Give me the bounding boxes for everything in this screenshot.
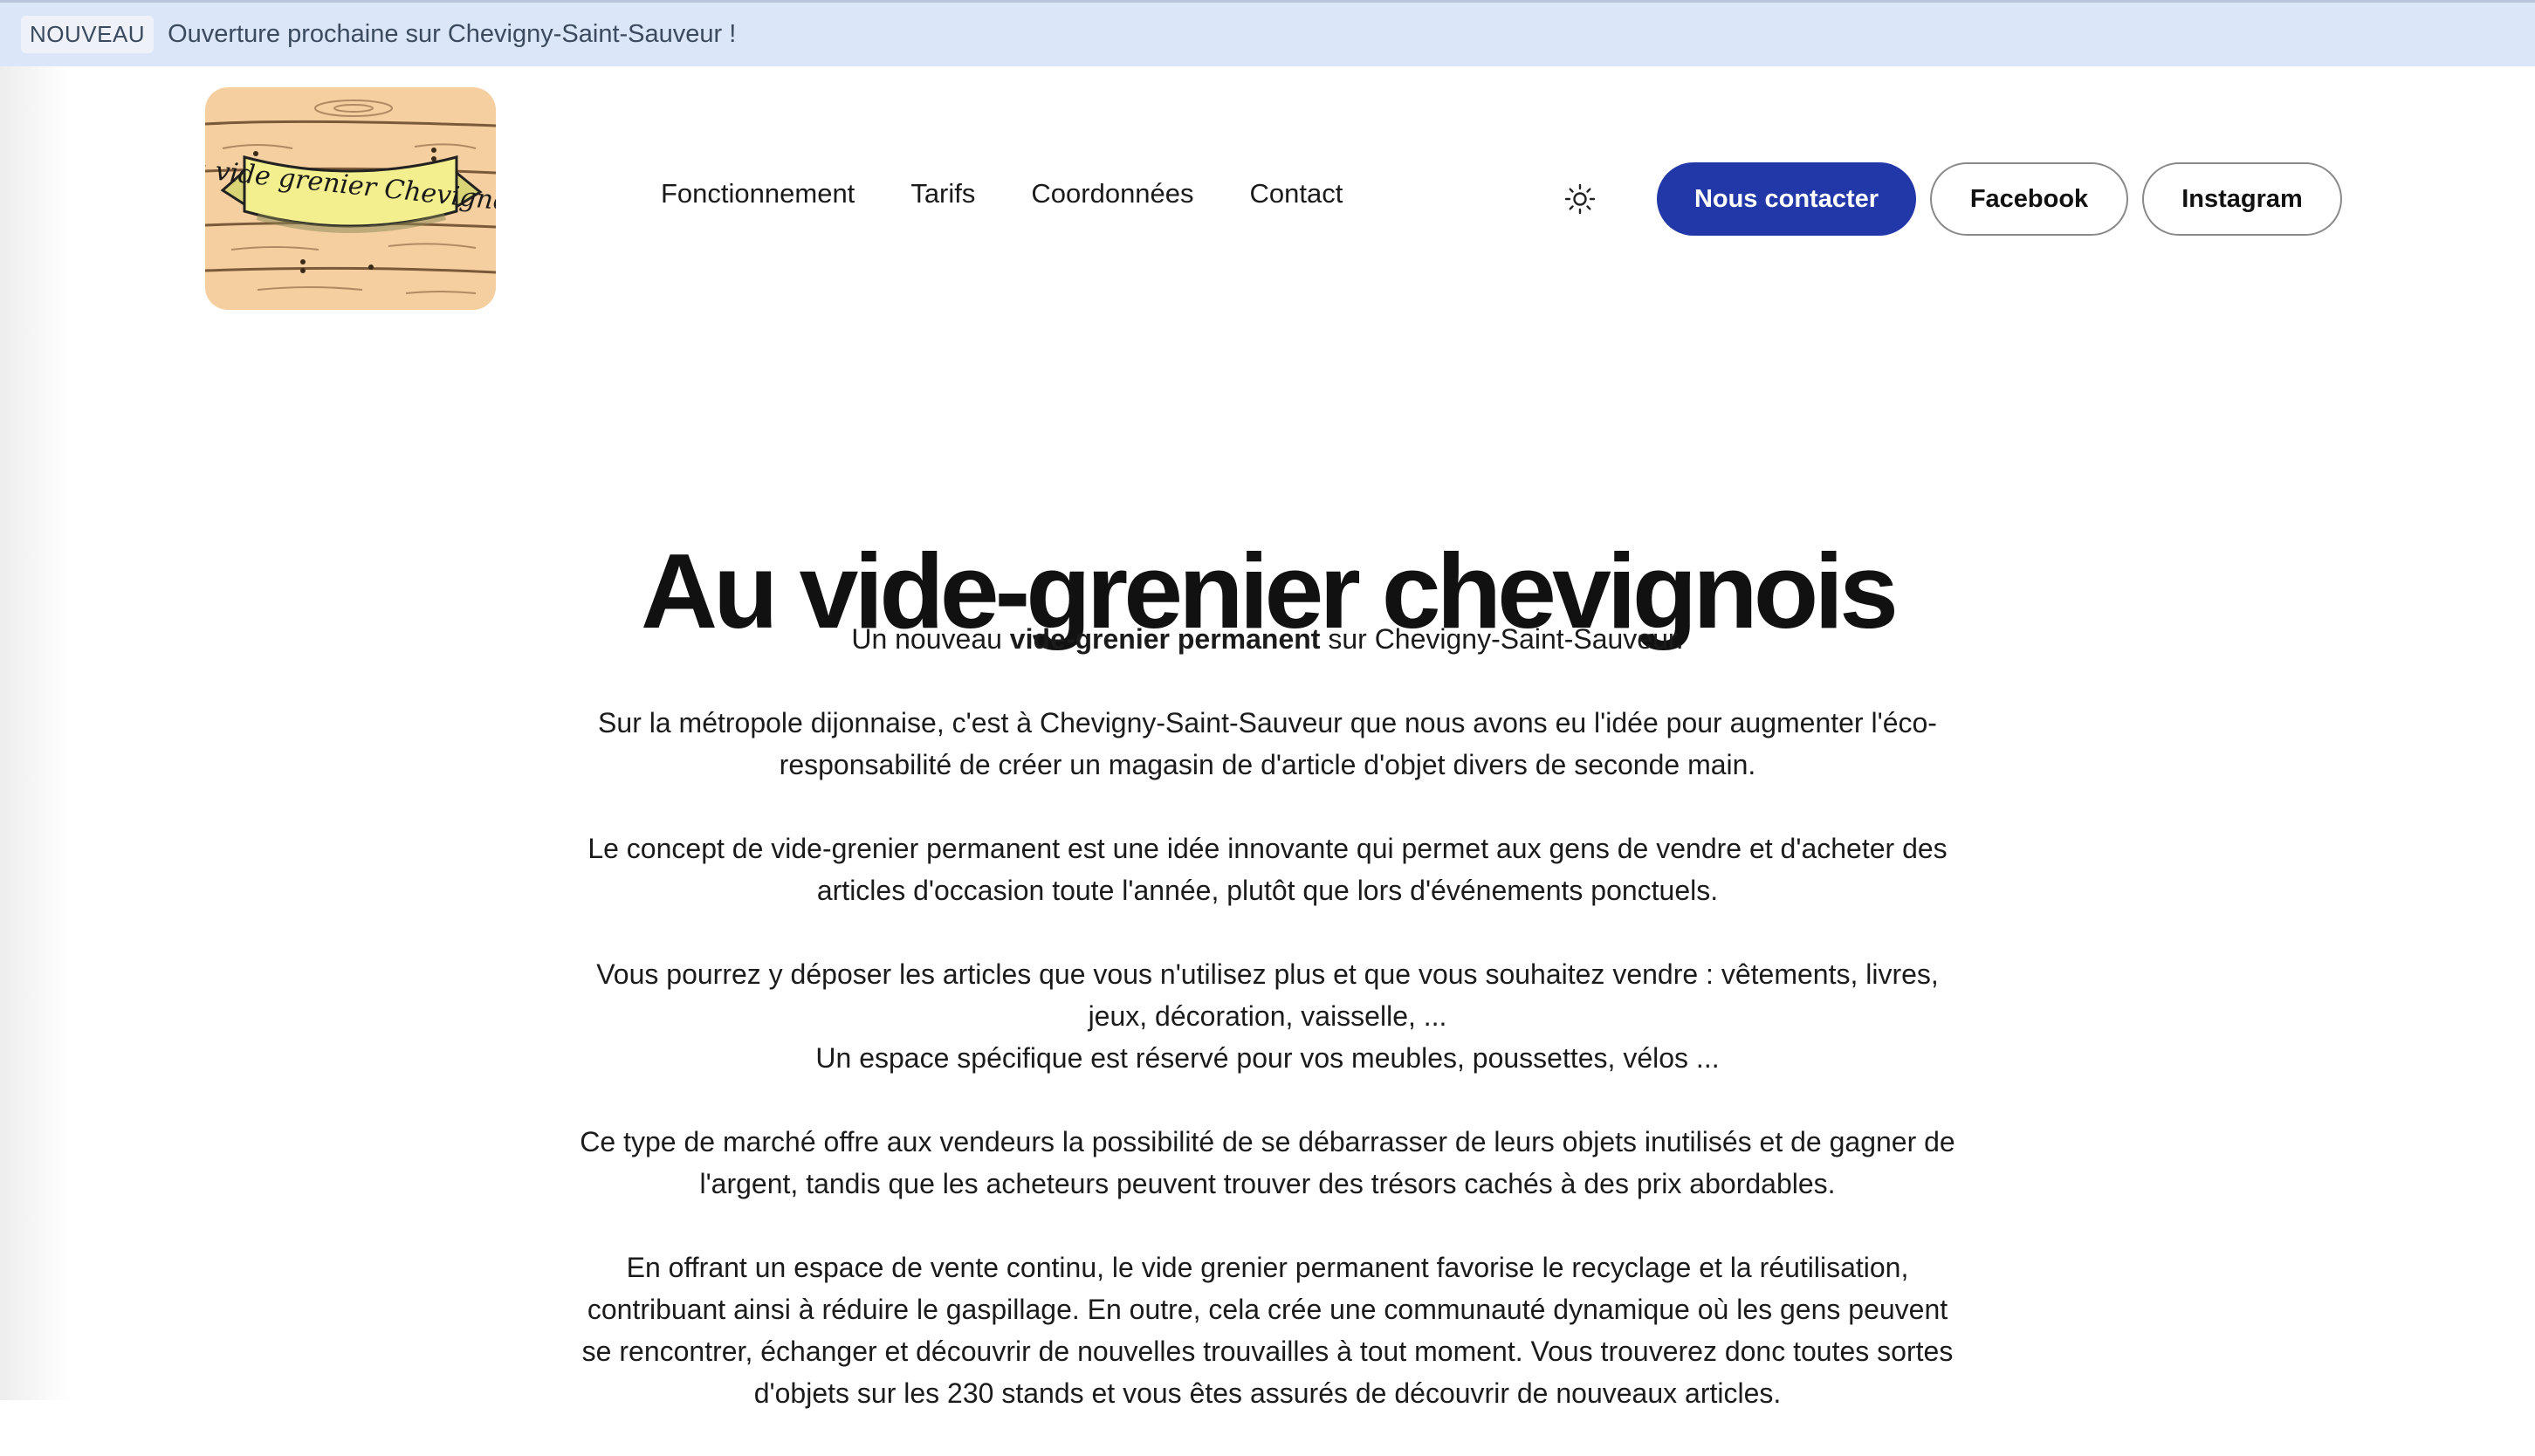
sun-icon xyxy=(1564,183,1596,215)
main-nav: Fonctionnement Tarifs Coordonnées Contac… xyxy=(661,178,1343,209)
announcement-text: Ouverture prochaine sur Chevigny-Saint-S… xyxy=(168,20,737,48)
nav-link-contact[interactable]: Contact xyxy=(1250,178,1343,209)
announcement-bar: NOUVEAU Ouverture prochaine sur Chevigny… xyxy=(0,0,2535,66)
intro-text-start: Un nouveau xyxy=(851,623,1010,655)
contact-us-button[interactable]: Nous contacter xyxy=(1657,162,1916,236)
intro-emphasis: vide-grenier permanent xyxy=(1009,623,1321,655)
new-badge: NOUVEAU xyxy=(21,16,155,53)
nav-link-tarifs[interactable]: Tarifs xyxy=(910,178,975,209)
paragraph-deposit: Vous pourrez y déposer les articles que … xyxy=(596,958,1939,1032)
window-edge-shadow xyxy=(0,0,70,1400)
intro-text-end: sur Chevigny-Saint-Sauveur. xyxy=(1320,623,1684,655)
logo-image: Au vide grenier Chevignois xyxy=(205,87,496,310)
paragraph-market: Ce type de marché offre aux vendeurs la … xyxy=(580,1126,1955,1199)
intro-paragraph: Un nouveau vide-grenier permanent sur Ch… xyxy=(569,618,1966,660)
instagram-button[interactable]: Instagram xyxy=(2142,162,2342,236)
theme-toggle-button[interactable] xyxy=(1563,182,1597,216)
nav-link-coordonnees[interactable]: Coordonnées xyxy=(1031,178,1193,209)
paragraph-concept: Le concept de vide-grenier permanent est… xyxy=(587,833,1948,906)
paragraph-recycling: En offrant un espace de vente continu, l… xyxy=(581,1252,1954,1409)
paragraph-furniture: Un espace spécifique est réservé pour vo… xyxy=(815,1042,1720,1074)
paragraph-metropole: Sur la métropole dijonnaise, c'est à Che… xyxy=(598,707,1937,780)
site-logo[interactable]: Au vide grenier Chevignois xyxy=(205,87,496,310)
main-content: Un nouveau vide-grenier permanent sur Ch… xyxy=(569,618,1966,1456)
nav-link-fonctionnement[interactable]: Fonctionnement xyxy=(661,178,855,209)
facebook-button[interactable]: Facebook xyxy=(1930,162,2128,236)
